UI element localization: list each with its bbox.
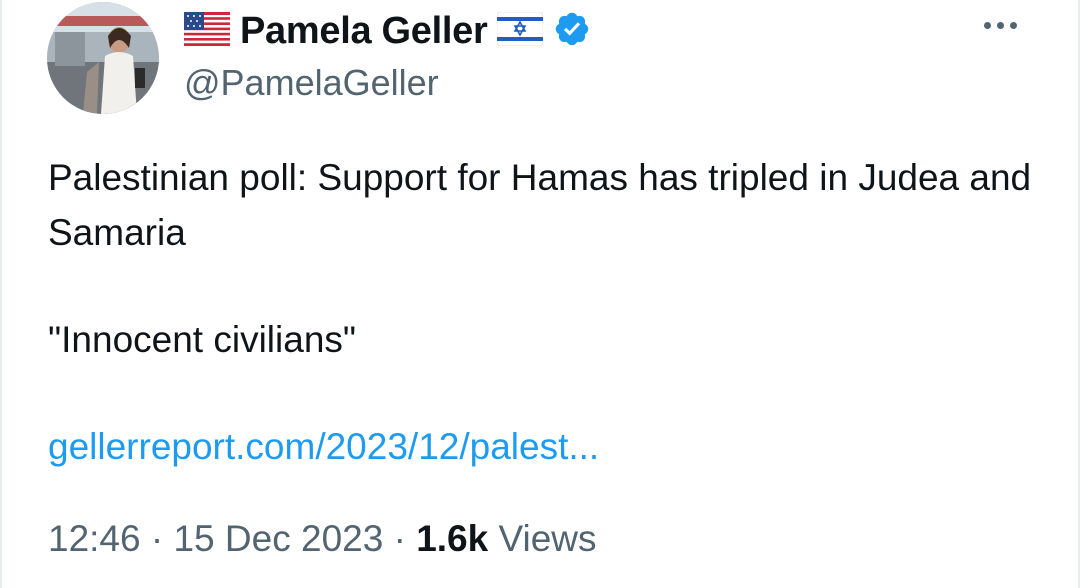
more-dot (996, 21, 1004, 29)
avatar-photo (47, 2, 159, 114)
author-name-row: Pamela Geller (183, 8, 591, 54)
verified-badge-icon[interactable] (553, 10, 591, 53)
tweet-time[interactable]: 12:46 (48, 518, 141, 559)
tweet-date[interactable]: 15 Dec 2023 (173, 518, 383, 559)
meta-separator: · (140, 518, 174, 559)
tweet-card[interactable]: Pamela Geller @PamelaGeller Palestinian … (0, 0, 1080, 588)
more-icon[interactable] (970, 10, 1030, 40)
views-count: 1.6k (416, 518, 489, 559)
us-flag-icon (183, 11, 231, 51)
israel-flag-icon (497, 11, 544, 51)
views-label: Views (488, 518, 597, 559)
meta-separator: · (383, 518, 417, 559)
author-display-name[interactable]: Pamela Geller (240, 10, 488, 53)
tweet-text-quote: "Innocent civilians" (48, 319, 357, 360)
tweet-meta: 12:46 · 15 Dec 2023 · 1.6k Views (48, 518, 597, 560)
avatar[interactable] (47, 2, 159, 114)
tweet-text: Palestinian poll: Support for Hamas has … (48, 150, 1038, 474)
more-dot (983, 21, 991, 29)
left-divider (0, 0, 2, 588)
author-handle[interactable]: @PamelaGeller (184, 62, 439, 104)
tweet-link[interactable]: gellerreport.com/2023/12/palest... (48, 426, 599, 467)
tweet-text-line: Palestinian poll: Support for Hamas has … (48, 157, 1032, 253)
more-dot (1009, 21, 1017, 29)
